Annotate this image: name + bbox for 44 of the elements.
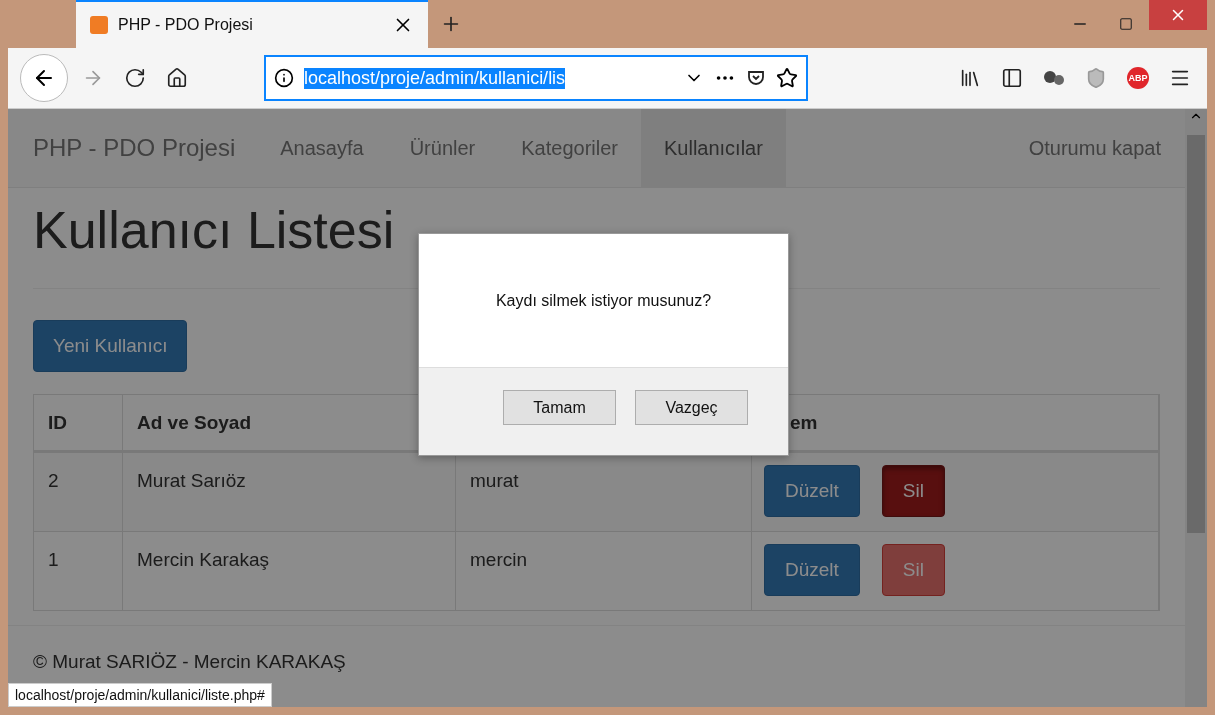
column-header: Ad ve Soyad	[137, 411, 252, 434]
reload-icon[interactable]	[124, 67, 146, 89]
table-cell: Murat Sarıöz	[137, 470, 246, 492]
info-icon[interactable]	[274, 68, 294, 88]
scrollbar[interactable]	[1185, 109, 1207, 707]
navbar-brand[interactable]: PHP - PDO Projesi	[33, 134, 236, 162]
column-header: ID	[48, 411, 67, 434]
delete-button[interactable]: Sil	[881, 465, 945, 517]
delete-button[interactable]: Sil	[881, 544, 945, 596]
favicon-icon	[90, 16, 108, 34]
adblock-icon[interactable]: ABP	[1127, 67, 1149, 89]
url-text: localhost/proje/admin/kullanici/lis	[304, 67, 566, 89]
close-window-button[interactable]	[1149, 0, 1207, 30]
star-icon[interactable]	[776, 67, 798, 89]
tab-title: PHP - PDO Projesi	[118, 16, 254, 34]
nav-link[interactable]: Anasayfa	[257, 109, 387, 187]
nav-link[interactable]: Kategoriler	[498, 109, 641, 187]
logout-link[interactable]: Oturumu kapat	[1028, 136, 1161, 160]
edit-button[interactable]: Düzelt	[764, 465, 860, 517]
footer-text: © Murat SARIÖZ - Mercin KARAKAŞ	[33, 651, 346, 672]
browser-tab[interactable]: PHP - PDO Projesi	[76, 0, 428, 48]
address-bar[interactable]: localhost/proje/admin/kullanici/lis	[264, 55, 808, 101]
nav-link[interactable]: Kullanıcılar	[640, 109, 786, 187]
table-cell: 2	[48, 470, 59, 492]
table-cell: 1	[48, 549, 59, 571]
new-user-button[interactable]: Yeni Kullanıcı	[33, 320, 188, 372]
table-cell: mercin	[470, 549, 527, 571]
dialog-button[interactable]: Vazgeç	[635, 390, 748, 425]
back-button[interactable]	[20, 54, 68, 102]
shield-icon[interactable]	[1085, 67, 1107, 89]
library-icon[interactable]	[959, 67, 981, 89]
pocket-icon[interactable]	[746, 68, 766, 88]
edit-button[interactable]: Düzelt	[764, 544, 860, 596]
home-icon[interactable]	[166, 67, 188, 89]
dialog-button[interactable]: Tamam	[503, 390, 616, 425]
sidebar-icon[interactable]	[1001, 67, 1023, 89]
nav-link[interactable]: Ürünler	[386, 109, 499, 187]
maximize-icon[interactable]	[1119, 17, 1133, 31]
balls-icon[interactable]	[1043, 70, 1065, 86]
column-header: em	[790, 411, 818, 434]
table-cell: murat	[470, 470, 519, 492]
dialog-message: Kaydı silmek istiyor musunuz?	[495, 291, 712, 310]
status-url: localhost/proje/admin/kullanici/liste.php#	[8, 683, 272, 707]
table-cell: Mercin Karakaş	[137, 549, 269, 571]
